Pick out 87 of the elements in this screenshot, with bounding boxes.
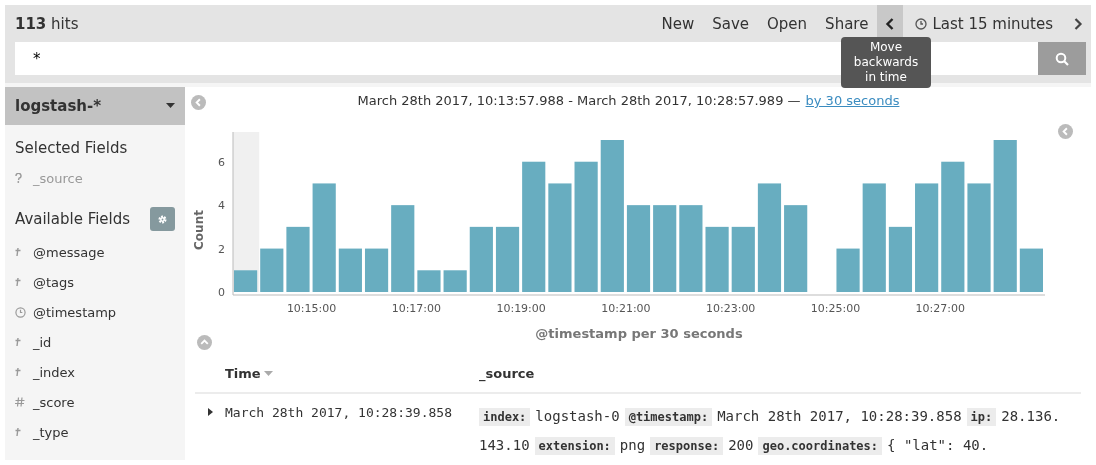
x-tick-label: 10:25:00 [810, 302, 861, 315]
histogram-bar[interactable] [234, 270, 258, 292]
chevron-left-icon [885, 16, 896, 31]
hits-count: 113 hits [15, 14, 80, 33]
string-type-icon [15, 247, 23, 257]
histogram-bar[interactable] [469, 226, 493, 292]
string-type-icon [15, 427, 23, 437]
search-icon [1055, 51, 1069, 66]
histogram-bar[interactable] [941, 161, 965, 292]
histogram-bar[interactable] [548, 183, 572, 292]
time-range: March 28th 2017, 10:13:57.988 - March 28th 2017, 10:28:57.989 — [357, 93, 801, 110]
histogram-bar[interactable] [679, 205, 703, 292]
field-name[interactable]: _type [33, 424, 69, 440]
caret-icon [207, 408, 213, 416]
y-tick-label: 2 [218, 242, 225, 256]
histogram-bar[interactable] [888, 226, 913, 292]
histogram-bar[interactable] [364, 248, 389, 292]
column-header[interactable]: _source [479, 365, 535, 381]
time-cell-text: March 28th 2017, 10:28:39.858 [225, 404, 453, 422]
chevron-right-icon [1073, 16, 1083, 31]
histogram-bar[interactable] [417, 270, 441, 292]
x-tick-label: 10:19:00 [496, 302, 546, 315]
histogram-bar[interactable] [757, 183, 782, 292]
histogram-bar[interactable] [626, 205, 651, 292]
histogram-bar[interactable] [784, 205, 808, 292]
histogram-bar[interactable] [1019, 248, 1043, 292]
field-name[interactable]: @message [33, 244, 105, 260]
histogram-bar[interactable] [443, 270, 467, 292]
histogram-bar[interactable] [993, 140, 1017, 292]
collapse-chart-icon[interactable] [197, 335, 212, 350]
y-axis-title: Count [192, 210, 206, 250]
histogram-bar[interactable] [338, 248, 362, 292]
index-pattern-selector[interactable]: logstash-* [5, 87, 185, 125]
histogram-bar[interactable] [915, 183, 939, 292]
gear-icon [157, 213, 168, 225]
string-type-icon [15, 337, 23, 347]
column-header[interactable]: Time [225, 365, 479, 381]
field-name[interactable]: @tags [33, 274, 75, 290]
string-type-icon [15, 277, 23, 287]
menu-link[interactable]: Save [703, 14, 759, 33]
histogram-bar[interactable] [836, 248, 860, 292]
histogram-bar[interactable] [600, 140, 624, 292]
x-tick-label: 10:27:00 [915, 302, 965, 315]
histogram-bar[interactable] [731, 226, 755, 292]
x-tick-label: 10:17:00 [391, 302, 442, 315]
string-type-icon [15, 367, 23, 377]
histogram-bar[interactable] [574, 161, 598, 292]
histogram-bar[interactable] [862, 183, 886, 292]
settings-button[interactable] [150, 207, 175, 231]
section-title: Available Fields [15, 210, 131, 228]
tooltip: Move backwards in time [841, 37, 931, 88]
collapse-sidebar-icon[interactable] [191, 95, 206, 110]
histogram-bar[interactable] [391, 205, 415, 292]
histogram-bar[interactable] [967, 183, 991, 292]
sort-caret-icon [263, 370, 273, 376]
histogram-bar[interactable] [286, 226, 310, 292]
search-button[interactable] [1038, 42, 1086, 75]
y-tick-label: 4 [218, 199, 225, 213]
menu-link[interactable]: Open [758, 14, 817, 33]
histogram-bar[interactable] [705, 226, 729, 292]
hash-icon [15, 397, 25, 407]
question-icon [15, 173, 22, 183]
source-cell-text: index: logstash-0 @timestamp: March 28th 2017, 10:28:39.858 ip: 28.136.143.10 extension: png response: 200 geo.coordinates: { "lat": 40. [479, 407, 1062, 457]
histogram-bar[interactable] [653, 205, 677, 292]
x-tick-label: 10:23:00 [705, 302, 756, 315]
x-tick-label: 10:21:00 [601, 302, 651, 315]
time-picker[interactable]: Last 15 minutes [903, 14, 1065, 33]
clock-icon [915, 17, 928, 30]
field-name[interactable]: _index [33, 364, 76, 380]
histogram-bar[interactable] [312, 183, 336, 292]
histogram-bar[interactable] [495, 226, 520, 292]
interval-link[interactable]: by 30 seconds [805, 93, 900, 114]
caret-icon [166, 103, 175, 109]
clock-icon [15, 306, 26, 318]
field-name[interactable]: @timestamp [33, 304, 117, 320]
y-tick-label: 0 [218, 286, 225, 299]
x-tick-label: 10:15:00 [286, 302, 337, 315]
histogram-bar[interactable] [260, 248, 284, 292]
field-name[interactable]: _score [33, 394, 75, 410]
section-title: Selected Fields [15, 139, 128, 157]
histogram-bar[interactable] [522, 161, 546, 292]
chevron-left-icon[interactable] [1058, 124, 1073, 139]
x-axis-title: @timestamp per 30 seconds [535, 326, 743, 341]
menu-link[interactable]: New [652, 14, 704, 33]
field-name[interactable]: _id [33, 334, 52, 350]
y-tick-label: 6 [218, 155, 225, 169]
menu-link[interactable]: Share [816, 14, 878, 33]
